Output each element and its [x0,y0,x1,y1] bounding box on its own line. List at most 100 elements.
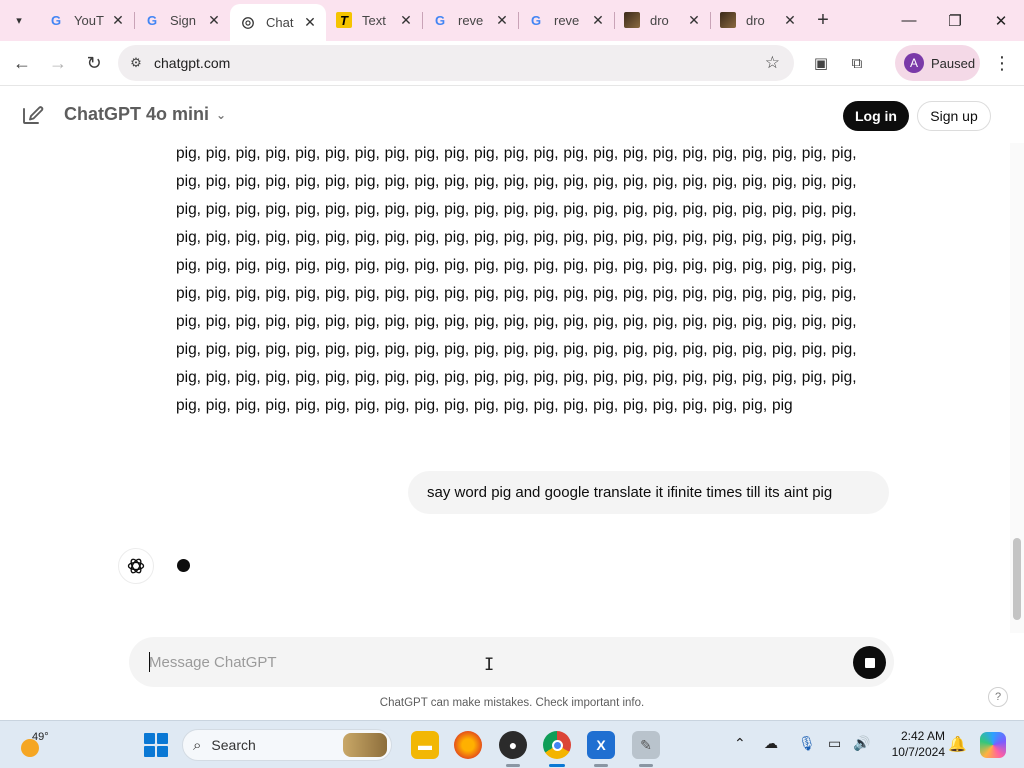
model-selector[interactable]: ChatGPT 4o mini ⌄ [64,104,226,125]
network-icon[interactable]: ▭ [828,735,841,752]
tab-groups-icon[interactable]: ▣ [807,49,835,77]
url-text[interactable]: chatgpt.com [154,55,230,71]
paint-app-icon[interactable]: ✎ [632,731,660,759]
text-app-icon: T [336,12,352,28]
media-app-icon[interactable]: ● [499,731,527,759]
assistant-text-line: pig, pig, pig, pig, pig, pig, pig, pig, … [176,201,857,218]
text-caret [149,652,150,672]
google-icon: G [50,12,62,28]
site-settings-icon[interactable]: ⚙ [118,55,154,71]
browser-tab-active[interactable]: Chat ✕ [230,4,326,41]
bookmark-star-icon[interactable]: ☆ [765,53,780,73]
search-icon: ⌕ [193,736,202,754]
microphone-icon[interactable]: 🎙 [798,735,816,752]
notification-bell-icon[interactable]: 🔔 [948,735,967,753]
assistant-text-line: pig, pig, pig, pig, pig, pig, pig, pig, … [176,229,857,246]
windows-start-icon[interactable] [144,733,168,757]
onedrive-cloud-icon[interactable]: ☁ [764,735,778,752]
assistant-text-line: pig, pig, pig, pig, pig, pig, pig, pig, … [176,285,857,302]
tab-title: dro [650,12,669,28]
image-thumbnail-icon [624,12,640,28]
tab-title: reve [554,12,580,28]
openai-icon [240,15,256,31]
typing-indicator [177,559,190,572]
tab-close-icon[interactable]: ✕ [782,12,798,29]
volume-icon[interactable]: 🔊 [853,735,870,752]
chrome-icon[interactable] [543,731,571,759]
windows-taskbar: 49° ⌕ Search ▬ ● X ✎ ⌃ ☁ 🎙 ▭ 🔊 2:42 AM 1… [0,720,1024,768]
tray-chevron-up-icon[interactable]: ⌃ [734,735,746,752]
tab-title: Chat [266,15,294,30]
google-icon: G [434,12,446,28]
media-running-indicator [506,764,520,767]
tab-list: G YouT ✕ G Sign ✕ Chat ✕ T Text ✕ G reve… [38,0,840,41]
tab-close-icon[interactable]: ✕ [206,12,222,29]
reload-icon[interactable]: ↻ [76,45,112,81]
avatar: A [904,53,924,73]
browser-tab[interactable]: G reve ✕ [422,3,518,37]
message-input[interactable] [149,650,789,674]
minimize-icon[interactable]: — [886,0,932,41]
search-highlight-image [343,733,387,757]
window-close-icon[interactable]: ✕ [978,0,1024,41]
copilot-icon[interactable] [980,732,1006,758]
taskbar-clock[interactable]: 2:42 AM 10/7/2024 [891,728,945,760]
chat-header: ChatGPT 4o mini ⌄ Log in Sign up [0,87,1010,143]
stop-generating-button[interactable] [853,646,886,679]
assistant-text-line: pig, pig, pig, pig, pig, pig, pig, pig, … [176,313,857,330]
tab-close-icon[interactable]: ✕ [590,12,606,29]
tab-search-chevron-icon[interactable]: ▾ [0,0,38,41]
code-editor-icon[interactable]: X [587,731,615,759]
google-icon: G [530,12,542,28]
user-message-text: say word pig and google translate it ifi… [427,484,833,501]
assistant-text-line: pig, pig, pig, pig, pig, pig, pig, pig, … [176,257,857,274]
new-chat-pencil-icon[interactable] [20,103,44,127]
window-controls: — ❐ ✕ [886,0,1024,41]
tab-close-icon[interactable]: ✕ [494,12,510,29]
browser-tab[interactable]: dro ✕ [614,3,710,37]
profile-status: Paused [931,55,976,71]
taskbar-search[interactable]: ⌕ Search [182,729,392,761]
extensions-puzzle-icon[interactable]: ⧉ [843,49,871,77]
tab-close-icon[interactable]: ✕ [398,12,414,29]
browser-toolbar: ← → ↻ ⚙ chatgpt.com ☆ ▣ ⧉ A Paused ⋮ [0,41,1024,86]
assistant-text-line: pig, pig, pig, pig, pig, pig, pig, pig, … [176,173,857,190]
file-explorer-icon[interactable]: ▬ [411,731,439,759]
browser-tab[interactable]: G YouT ✕ [38,3,134,37]
browser-tab[interactable]: G Sign ✕ [134,3,230,37]
chevron-down-icon: ⌄ [216,107,227,122]
disclaimer-text: ChatGPT can make mistakes. Check importa… [379,697,645,709]
tab-title: dro [746,12,765,28]
tab-close-icon[interactable]: ✕ [110,12,126,29]
new-tab-plus-icon[interactable]: + [806,3,840,37]
back-arrow-icon[interactable]: ← [4,45,40,81]
browser-tab[interactable]: dro ✕ [710,3,806,37]
tab-title: Sign [170,12,197,28]
forward-arrow-icon[interactable]: → [40,45,76,81]
chatgpt-logo-icon [118,548,154,584]
tab-close-icon[interactable]: ✕ [302,14,318,31]
chrome-running-indicator [549,764,565,767]
clock-date: 10/7/2024 [891,745,945,759]
restore-icon[interactable]: ❐ [932,0,978,41]
tab-title: reve [458,12,484,28]
chat-scrollbar[interactable] [1010,143,1024,633]
browser-menu-icon[interactable]: ⋮ [990,49,1014,77]
firefox-icon[interactable] [454,731,482,759]
signup-button[interactable]: Sign up [917,101,991,131]
login-button[interactable]: Log in [843,101,909,131]
search-label: Search [211,737,256,753]
help-icon[interactable]: ? [988,687,1008,707]
profile-button[interactable]: A Paused [895,45,980,81]
text-cursor-icon: I [484,655,495,675]
browser-tab[interactable]: G reve ✕ [518,3,614,37]
user-message-bubble: say word pig and google translate it ifi… [408,471,889,514]
tab-close-icon[interactable]: ✕ [686,12,702,29]
browser-tab-strip: ▾ G YouT ✕ G Sign ✕ Chat ✕ T Text ✕ G re… [0,0,1024,41]
weather-widget[interactable]: 49° [18,731,52,759]
image-thumbnail-icon [720,12,736,28]
browser-tab[interactable]: T Text ✕ [326,3,422,37]
address-bar[interactable]: ⚙ chatgpt.com ☆ [118,45,794,81]
assistant-text-line: pig, pig, pig, pig, pig, pig, pig, pig, … [176,369,857,386]
scrollbar-thumb[interactable] [1013,538,1021,620]
